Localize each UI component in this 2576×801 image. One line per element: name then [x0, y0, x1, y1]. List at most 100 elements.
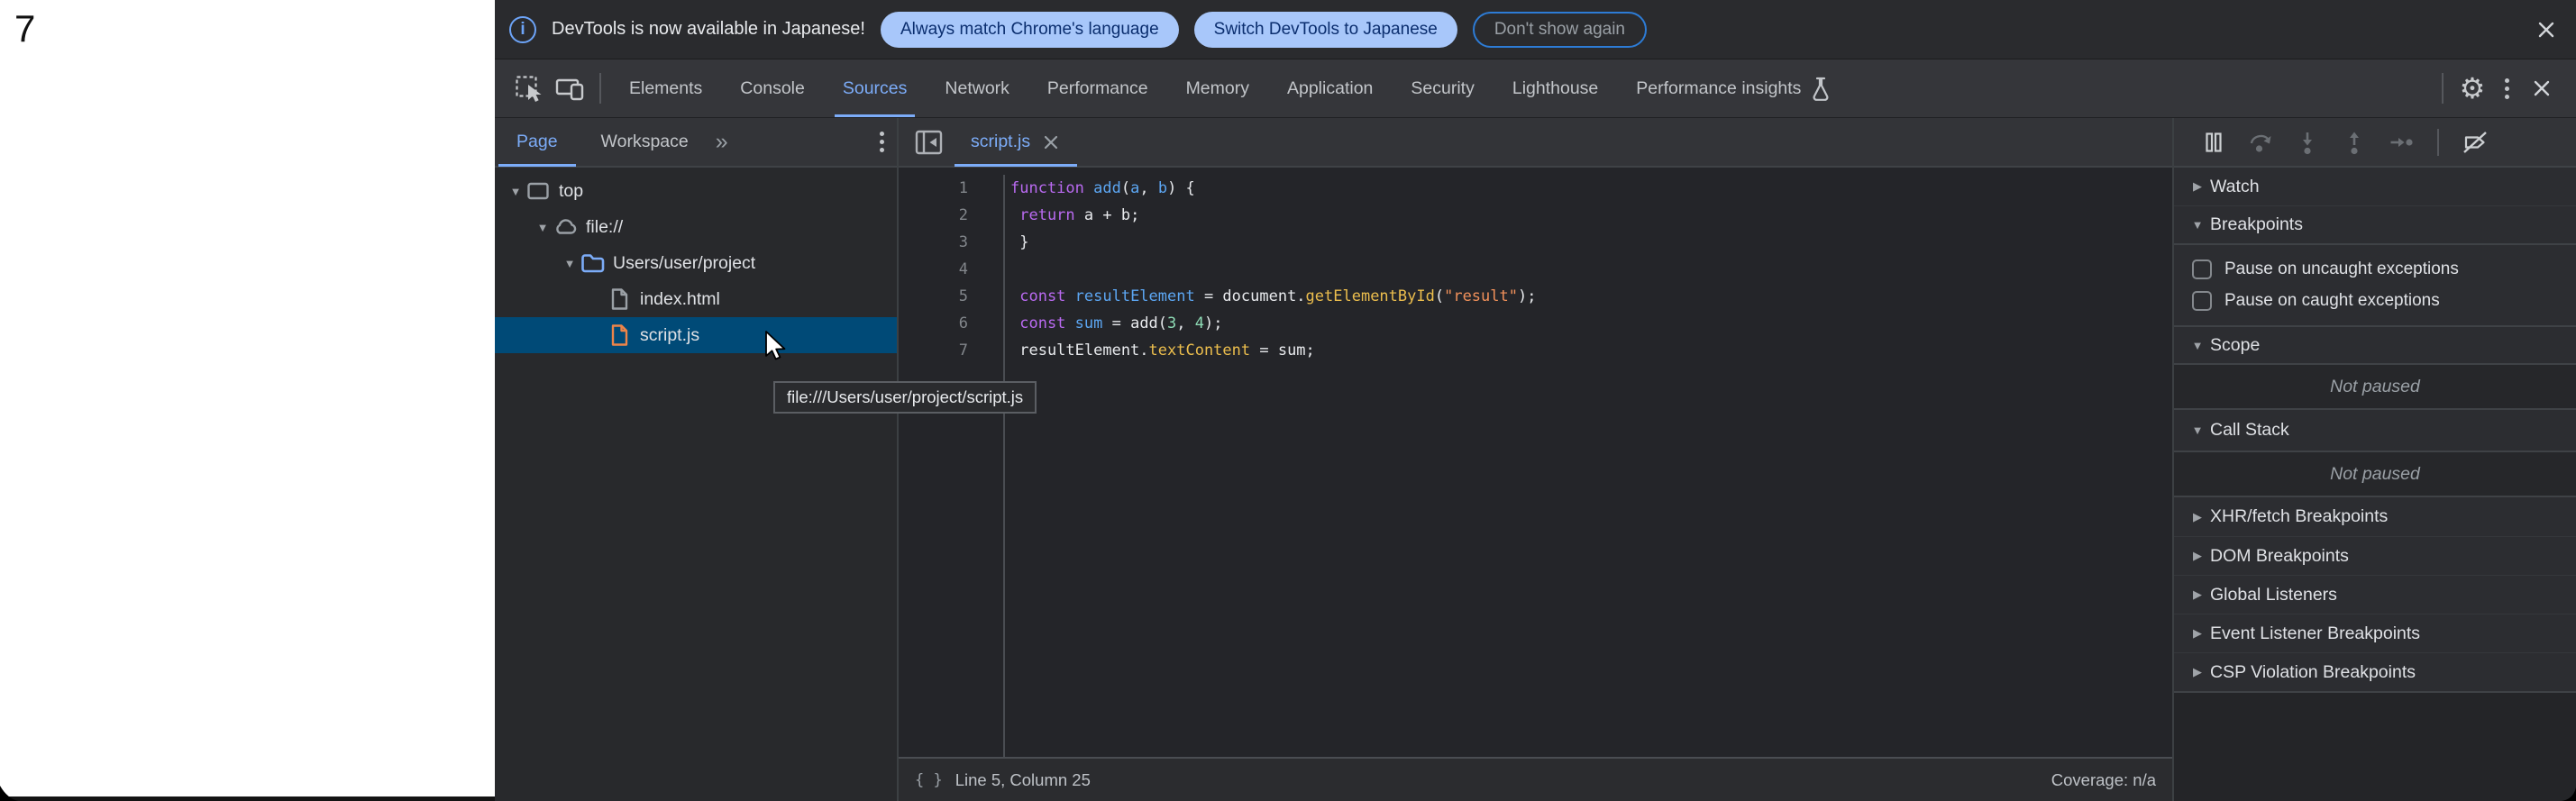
tab-security[interactable]: Security [1392, 59, 1493, 117]
tree-item-project-folder[interactable]: ▼ Users/user/project [495, 245, 897, 281]
line-number-gutter[interactable]: 1 2 3 4 5 6 7 [899, 175, 1005, 757]
triangle-down-icon: ▼ [2185, 218, 2210, 232]
inspect-element-icon[interactable] [509, 68, 549, 108]
debugger-sidebar: ▶ Watch ▼ Breakpoints Pause on uncaught … [2172, 118, 2576, 801]
section-watch[interactable]: ▶ Watch [2174, 168, 2576, 205]
navigator-kebab-menu-icon[interactable] [867, 132, 897, 152]
tab-performance-insights[interactable]: Performance insights [1617, 59, 1850, 117]
triangle-down-icon[interactable]: ▼ [506, 185, 525, 198]
info-icon: i [509, 16, 536, 43]
tree-item-index-html[interactable]: index.html [495, 281, 897, 317]
section-csp-violation-breakpoints[interactable]: ▶ CSP Violation Breakpoints [2174, 652, 2576, 691]
switch-to-japanese-button[interactable]: Switch DevTools to Japanese [1194, 12, 1457, 48]
coverage-label: Coverage: n/a [2051, 770, 2156, 790]
section-event-listener-breakpoints[interactable]: ▶ Event Listener Breakpoints [2174, 614, 2576, 652]
tree-item-top[interactable]: ▼ top [495, 173, 897, 209]
navigator-tab-workspace[interactable]: Workspace [580, 117, 710, 167]
triangle-down-icon: ▼ [2185, 339, 2210, 352]
debugger-toolbar-divider [2437, 129, 2439, 156]
tab-memory[interactable]: Memory [1167, 59, 1268, 117]
editor-pane: script.js 1 2 3 4 5 6 7 function add(a, … [899, 118, 2172, 801]
mouse-cursor [764, 331, 793, 363]
infobar-close-icon[interactable] [2535, 18, 2558, 41]
kebab-menu-icon[interactable] [2492, 78, 2522, 99]
code-editor[interactable]: 1 2 3 4 5 6 7 function add(a, b) { retur… [899, 168, 2172, 757]
tab-sources[interactable]: Sources [824, 59, 927, 117]
bottom-left-cursor-fragment [0, 786, 20, 801]
file-tree: ▼ top ▼ file:// ▼ [495, 168, 897, 353]
tree-item-file-protocol[interactable]: ▼ file:// [495, 209, 897, 245]
screenshot-root: { "page": { "number": "7" }, "icons": { … [0, 0, 2576, 801]
triangle-down-icon[interactable]: ▼ [560, 257, 580, 270]
step-out-icon[interactable] [2334, 123, 2374, 162]
triangle-down-icon[interactable]: ▼ [533, 221, 553, 234]
breakpoints-body: Pause on uncaught exceptions Pause on ca… [2174, 243, 2576, 325]
section-scope[interactable]: ▼ Scope [2174, 325, 2576, 363]
more-tabs-icon[interactable]: » [710, 129, 734, 155]
code-line: return a + b; [1010, 202, 2172, 229]
code-lines[interactable]: function add(a, b) { return a + b; } con… [1005, 175, 2172, 757]
hide-navigator-icon[interactable] [906, 123, 953, 162]
tree-item-script-js[interactable]: script.js [495, 317, 897, 353]
folder-icon [580, 250, 605, 276]
call-stack-not-paused: Not paused [2174, 451, 2576, 497]
deactivate-breakpoints-icon[interactable] [2455, 123, 2495, 162]
pause-caught-checkbox[interactable] [2192, 291, 2212, 311]
language-infobar: i DevTools is now available in Japanese!… [495, 0, 2576, 59]
code-line: const sum = add(3, 4); [1010, 310, 2172, 337]
scope-not-paused: Not paused [2174, 363, 2576, 410]
editor-statusbar: { } Line 5, Column 25 Coverage: n/a [899, 757, 2172, 801]
dont-show-again-button[interactable]: Don't show again [1473, 12, 1647, 48]
navigator-tab-page[interactable]: Page [495, 117, 580, 167]
file-icon [607, 287, 632, 312]
section-call-stack[interactable]: ▼ Call Stack [2174, 410, 2576, 451]
code-line: } [1010, 229, 2172, 256]
step-over-icon[interactable] [2241, 123, 2280, 162]
step-icon[interactable] [2381, 123, 2421, 162]
pause-uncaught-row[interactable]: Pause on uncaught exceptions [2174, 253, 2576, 285]
step-into-icon[interactable] [2288, 123, 2327, 162]
section-xhr-breakpoints[interactable]: ▶ XHR/fetch Breakpoints [2174, 497, 2576, 536]
pretty-print-icon[interactable]: { } [915, 771, 943, 789]
always-match-language-button[interactable]: Always match Chrome's language [881, 12, 1179, 48]
tab-performance[interactable]: Performance [1028, 59, 1167, 117]
triangle-right-icon: ▶ [2185, 549, 2210, 563]
section-dom-breakpoints[interactable]: ▶ DOM Breakpoints [2174, 536, 2576, 575]
file-js-icon [607, 323, 632, 348]
tab-lighthouse[interactable]: Lighthouse [1494, 59, 1617, 117]
triangle-right-icon: ▶ [2185, 179, 2210, 194]
editor-tab-script-js[interactable]: script.js [953, 117, 1079, 167]
code-line: const resultElement = document.getElemen… [1010, 283, 2172, 310]
infobar-message: DevTools is now available in Japanese! [552, 19, 865, 40]
device-toolbar-icon[interactable] [549, 68, 590, 108]
code-line: resultElement.textContent = sum; [1010, 337, 2172, 364]
toolbar-divider [599, 73, 601, 104]
code-line [1010, 256, 2172, 283]
settings-gear-icon[interactable]: ⚙ [2453, 68, 2492, 108]
code-line: function add(a, b) { [1010, 175, 2172, 202]
triangle-right-icon: ▶ [2185, 665, 2210, 679]
tab-network[interactable]: Network [926, 59, 1028, 117]
experiment-flask-icon [1810, 76, 1832, 101]
tab-elements[interactable]: Elements [610, 59, 721, 117]
triangle-right-icon: ▶ [2185, 510, 2210, 524]
tab-console[interactable]: Console [721, 59, 824, 117]
section-global-listeners[interactable]: ▶ Global Listeners [2174, 575, 2576, 614]
pause-script-icon[interactable] [2194, 123, 2233, 162]
tab-application[interactable]: Application [1268, 59, 1392, 117]
toolbar-divider-right [2442, 73, 2444, 104]
page-number: 7 [14, 7, 35, 50]
pause-uncaught-checkbox[interactable] [2192, 259, 2212, 279]
section-breakpoints[interactable]: ▼ Breakpoints [2174, 205, 2576, 243]
pause-caught-row[interactable]: Pause on caught exceptions [2174, 285, 2576, 316]
navigator-tabbar: Page Workspace » [495, 118, 897, 168]
main-toolbar: Elements Console Sources Network Perform… [495, 59, 2576, 118]
file-path-tooltip: file:///Users/user/project/script.js [773, 381, 1037, 414]
editor-tabbar: script.js [899, 118, 2172, 168]
debugger-sidebar-filler [2174, 691, 2576, 801]
triangle-right-icon: ▶ [2185, 587, 2210, 602]
tab-close-icon[interactable] [1041, 132, 1061, 152]
devtools-close-icon[interactable] [2522, 68, 2562, 108]
navigator-sidebar: Page Workspace » ▼ top ▼ [495, 118, 899, 801]
frame-icon [525, 178, 551, 204]
